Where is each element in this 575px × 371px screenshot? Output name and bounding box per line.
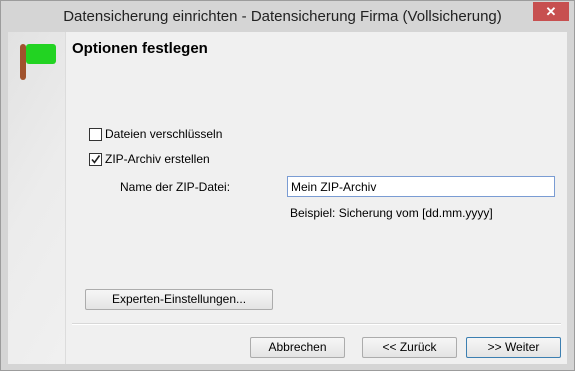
next-button[interactable]: >> Weiter bbox=[466, 337, 561, 358]
checkmark-icon bbox=[91, 154, 101, 164]
expert-settings-button[interactable]: Experten-Einstellungen... bbox=[85, 289, 273, 310]
encrypt-checkbox-row[interactable]: Dateien verschlüsseln bbox=[89, 127, 222, 141]
zip-checkbox-row[interactable]: ZIP-Archiv erstellen bbox=[89, 152, 210, 166]
encrypt-checkbox[interactable] bbox=[89, 127, 102, 141]
encrypt-label[interactable]: Dateien verschlüsseln bbox=[105, 127, 222, 141]
back-button[interactable]: << Zurück bbox=[362, 337, 457, 358]
title-bar[interactable]: Datensicherung einrichten - Datensicheru… bbox=[1, 1, 574, 32]
close-button[interactable]: ✕ bbox=[533, 2, 569, 21]
page-title: Optionen festlegen bbox=[72, 40, 208, 57]
cancel-button[interactable]: Abbrechen bbox=[250, 337, 345, 358]
zip-checkbox[interactable] bbox=[89, 152, 102, 166]
close-icon: ✕ bbox=[545, 4, 557, 19]
flag-icon bbox=[20, 44, 56, 80]
window-title: Datensicherung einrichten - Datensicheru… bbox=[63, 8, 502, 25]
footer-separator bbox=[72, 323, 561, 325]
zip-name-input[interactable] bbox=[287, 176, 555, 197]
wizard-content: Optionen festlegen Dateien verschlüsseln… bbox=[8, 32, 567, 364]
wizard-sidebar bbox=[8, 32, 66, 364]
zip-label[interactable]: ZIP-Archiv erstellen bbox=[105, 152, 210, 166]
wizard-window: Datensicherung einrichten - Datensicheru… bbox=[0, 0, 575, 371]
zip-name-label: Name der ZIP-Datei: bbox=[120, 180, 231, 194]
zip-name-example: Beispiel: Sicherung vom [dd.mm.yyyy] bbox=[290, 206, 493, 220]
